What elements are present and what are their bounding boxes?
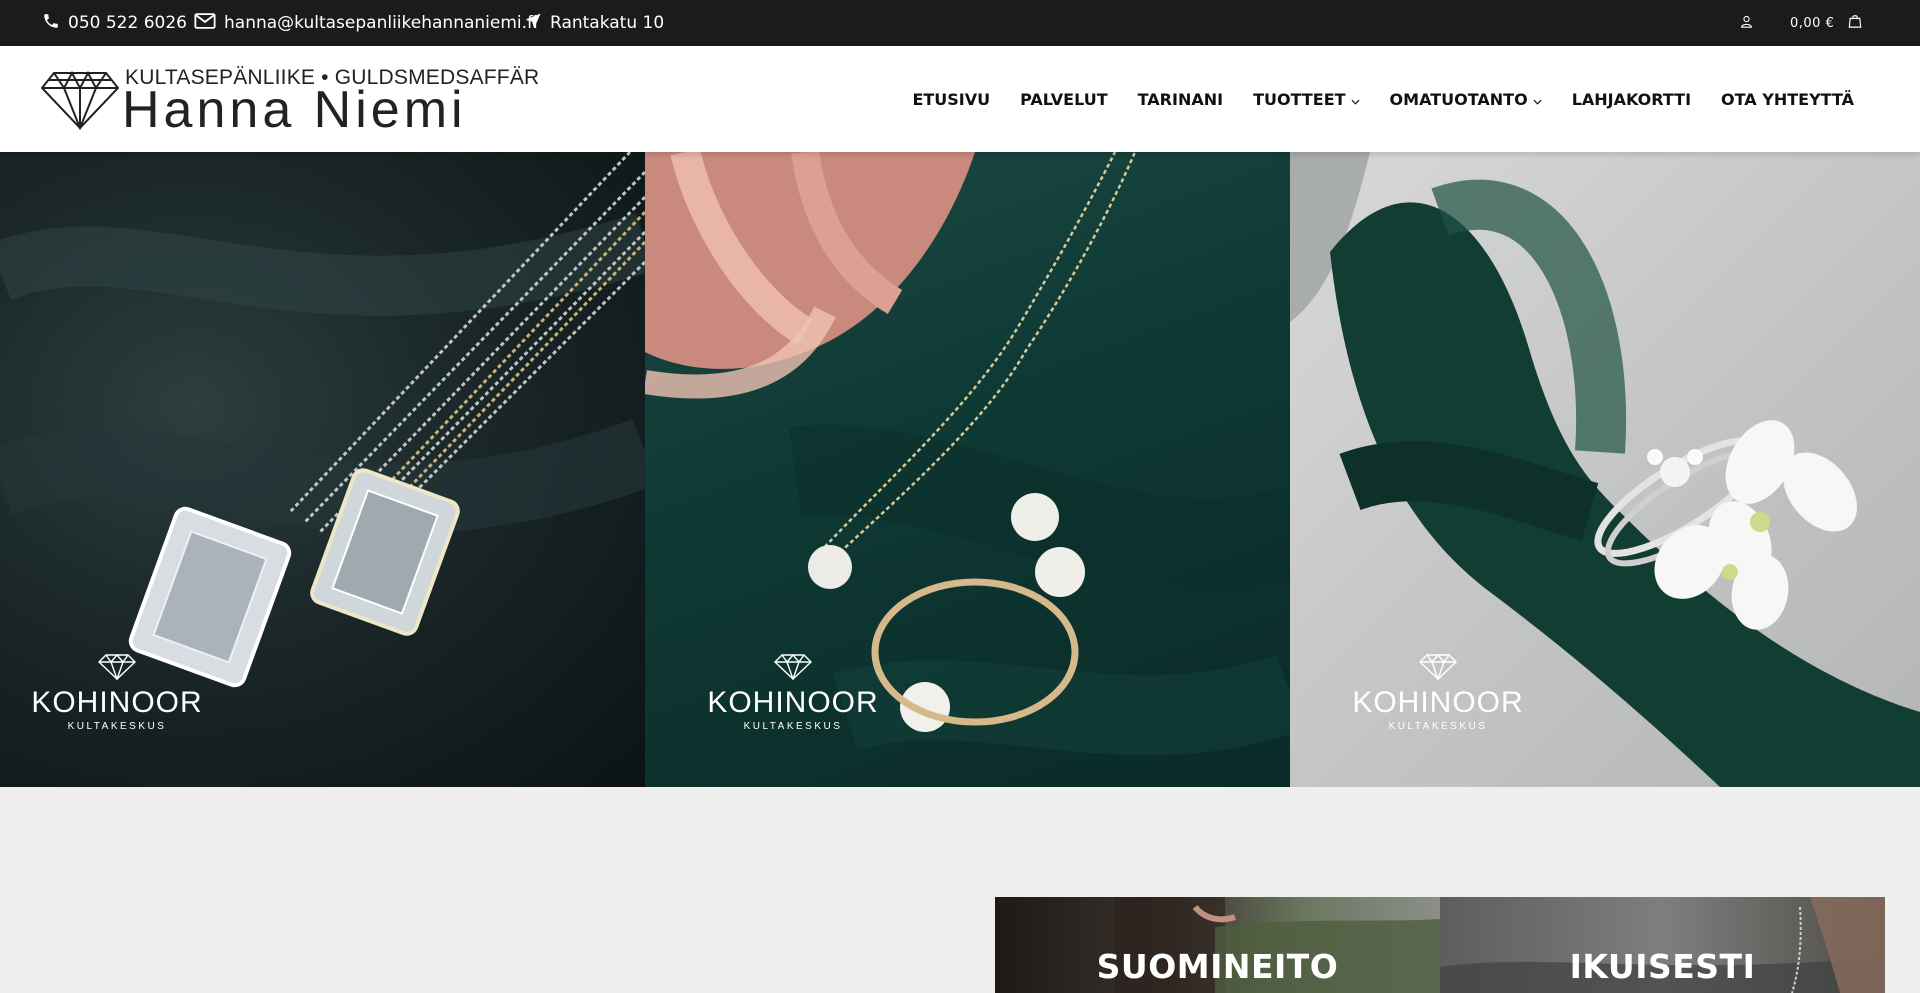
chevron-down-icon [1351,90,1360,109]
nav-item-label: OMATUOTANTO [1389,89,1528,109]
nav-item-tarinani[interactable]: TARINANI [1138,90,1223,109]
hero-panel-pearls[interactable]: KOHINOOR KULTAKESKUS [645,152,1290,787]
hero-panel-rings[interactable]: KOHINOOR KULTAKESKUS [1290,152,1920,787]
email-address: hanna@kultasepanliikehannaniemi.fi [224,13,538,33]
site-logo[interactable]: KULTASEPÄNLIIKE • GULDSMEDSAFFÄR Hanna N… [40,66,539,136]
account-link[interactable] [1740,0,1761,46]
diamond-icon [1418,653,1458,684]
nav-item-lahjakortti[interactable]: LAHJAKORTTI [1572,90,1691,109]
user-icon [1740,13,1761,33]
phone-icon [42,12,68,35]
brand-name: KOHINOOR [31,686,203,719]
brand-name: KOHINOOR [1352,686,1524,719]
address-link[interactable]: Rantakatu 10 [524,0,664,46]
nav-item-label: PALVELUT [1020,89,1108,109]
diamond-icon [97,653,137,684]
kohinoor-brand-mark: KOHINOOR KULTAKESKUS [1323,653,1553,732]
brand-subtitle: KULTAKESKUS [743,721,843,732]
brand-subtitle: KULTAKESKUS [1388,721,1488,732]
nav-item-label: OTA YHTEYTTÄ [1721,89,1854,109]
nav-item-label: ETUSIVU [912,89,991,109]
brand-name: KOHINOOR [707,686,879,719]
hero-panel-pendants[interactable]: KOHINOOR KULTAKESKUS [0,152,645,787]
phone-number: 050 522 6026 [68,13,187,33]
collection-card-title: IKUISESTI [1569,947,1756,986]
kohinoor-brand-mark: KOHINOOR KULTAKESKUS [2,653,232,732]
site-header: KULTASEPÄNLIIKE • GULDSMEDSAFFÄR Hanna N… [0,46,1920,152]
nav-item-label: LAHJAKORTTI [1571,89,1692,109]
collection-card-ikuisesti[interactable]: IKUISESTI [1440,897,1885,993]
diamond-logo-icon [40,70,120,134]
collection-card-title: SUOMINEITO [1096,947,1339,986]
diamond-icon [773,653,813,684]
street-address: Rantakatu 10 [550,13,665,33]
nav-item-palvelut[interactable]: PALVELUT [1020,90,1107,109]
phone-link[interactable]: 050 522 6026 [42,0,187,46]
cart-link[interactable]: 0,00 € [1790,0,1862,46]
main-navigation: ETUSIVU PALVELUT TARINANI TUOTTEET OMATU… [912,46,1854,152]
nav-item-ota-yhteytta[interactable]: OTA YHTEYTTÄ [1721,90,1854,109]
cart-total: 0,00 € [1790,15,1835,31]
shopping-bag-icon [1834,14,1862,32]
nav-item-label: TUOTTEET [1253,89,1346,109]
nav-item-etusivu[interactable]: ETUSIVU [912,90,990,109]
kohinoor-brand-mark: KOHINOOR KULTAKESKUS [678,653,908,732]
email-link[interactable]: hanna@kultasepanliikehannaniemi.fi [194,0,538,46]
nav-item-omatuotanto[interactable]: OMATUOTANTO [1390,90,1542,109]
logo-name: Hanna Niemi [122,81,467,139]
brand-subtitle: KULTAKESKUS [67,721,167,732]
chevron-down-icon [1533,90,1542,109]
location-arrow-icon [524,12,550,35]
top-contact-bar: 050 522 6026 hanna@kultasepanliikehannan… [0,0,1920,46]
nav-item-label: TARINANI [1137,89,1224,109]
hero-gallery: KOHINOOR KULTAKESKUS KOHINOOR KULTAKESKU… [0,152,1920,787]
nav-item-tuotteet[interactable]: TUOTTEET [1253,89,1360,109]
envelope-icon [194,12,224,35]
collection-cards: SUOMINEITO IKUISESTI [995,897,1885,993]
collection-card-suomineito[interactable]: SUOMINEITO [995,897,1440,993]
